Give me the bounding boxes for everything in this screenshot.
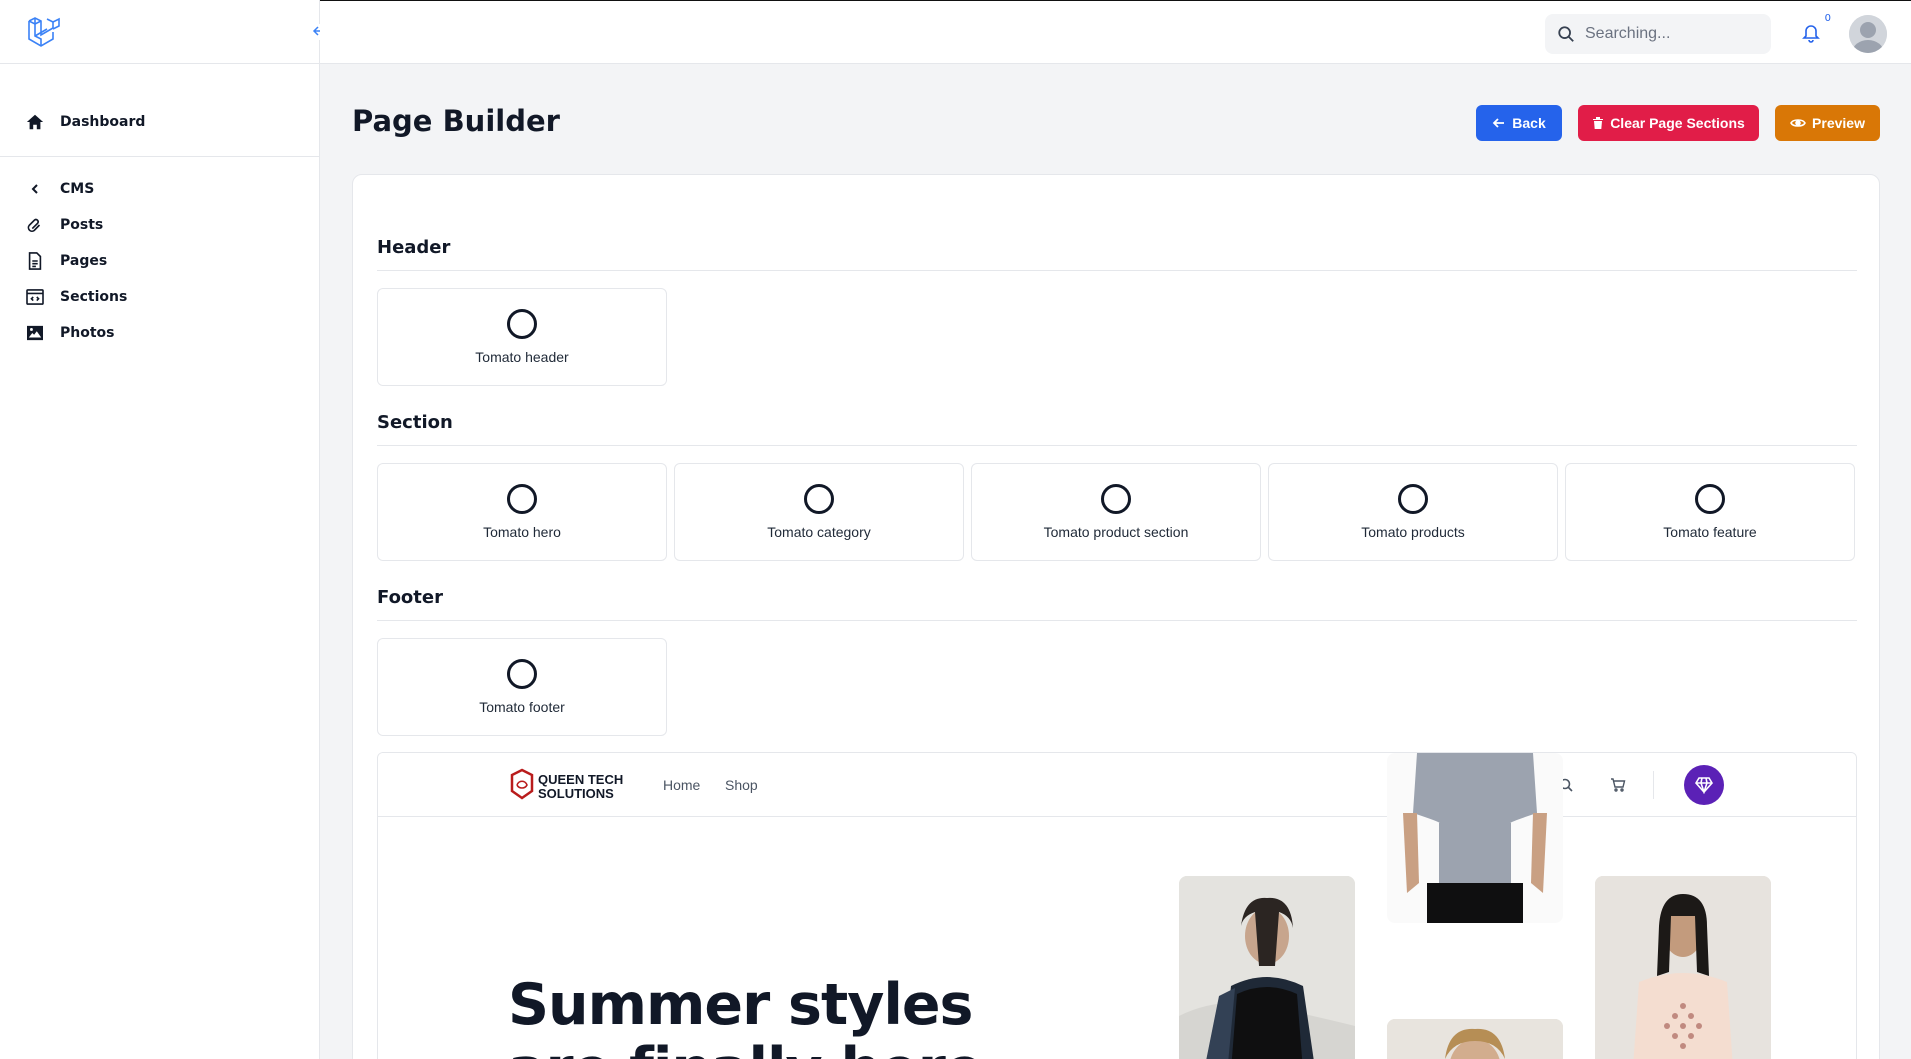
page-title: Page Builder (352, 104, 560, 138)
section-tile-label: Tomato header (475, 349, 569, 365)
chevron-left-icon (24, 178, 46, 200)
radio-circle-icon (1695, 484, 1725, 514)
product-photo (1387, 753, 1563, 923)
divider (377, 620, 1857, 621)
section-tile-label: Tomato products (1361, 524, 1465, 540)
sidebar-item-sections[interactable]: Sections (0, 279, 319, 315)
product-photo (1387, 1019, 1563, 1059)
sidebar-item-label: CMS (60, 181, 95, 197)
section-tile-label: Tomato hero (483, 524, 561, 540)
section-tile-label: Tomato feature (1663, 524, 1757, 540)
sidebar-item-label: Pages (60, 253, 108, 269)
page-preview: QUEEN TECH SOLUTIONS Home Shop Summer st… (377, 752, 1857, 1059)
arrow-left-icon (1492, 118, 1505, 128)
radio-circle-icon (1398, 484, 1428, 514)
sidebar-item-photos[interactable]: Photos (0, 315, 319, 351)
section-tile-label: Tomato category (767, 524, 871, 540)
radio-circle-icon (507, 484, 537, 514)
clear-button-label: Clear Page Sections (1610, 115, 1745, 131)
eye-icon (1790, 119, 1806, 127)
sidebar-item-dashboard[interactable]: Dashboard (0, 104, 319, 140)
trash-icon (1593, 117, 1604, 129)
divider (1653, 771, 1654, 799)
section-tile-label: Tomato footer (479, 699, 565, 715)
home-icon (24, 111, 46, 133)
logo-text-line-2: SOLUTIONS (538, 786, 614, 801)
notification-count-badge: 0 (1824, 13, 1831, 24)
section-tile[interactable]: Tomato products (1268, 463, 1558, 561)
preview-button[interactable]: Preview (1775, 105, 1880, 141)
sidebar-nav: Dashboard CMS Posts Pages Sections Photo… (0, 64, 319, 351)
sidebar-item-label: Photos (60, 325, 115, 341)
radio-circle-icon (804, 484, 834, 514)
cart-icon[interactable] (1610, 777, 1626, 793)
code-window-icon (24, 286, 46, 308)
page-builder-card: Header Tomato header Section Tomato hero… (352, 174, 1880, 1059)
sidebar: Dashboard CMS Posts Pages Sections Photo… (0, 0, 327, 1059)
divider (377, 270, 1857, 271)
topbar: 0 (320, 0, 1911, 64)
product-photo (1179, 876, 1355, 1059)
section-tile[interactable]: Tomato category (674, 463, 964, 561)
search-input[interactable] (1585, 25, 1755, 43)
preview-navbar: QUEEN TECH SOLUTIONS Home Shop (378, 753, 1856, 817)
clear-page-sections-button[interactable]: Clear Page Sections (1578, 105, 1759, 141)
sidebar-item-posts[interactable]: Posts (0, 207, 319, 243)
group-title-header: Header (377, 237, 451, 258)
radio-circle-icon (507, 309, 537, 339)
sidebar-item-pages[interactable]: Pages (0, 243, 319, 279)
queen-tech-logo[interactable]: QUEEN TECH SOLUTIONS (508, 767, 632, 803)
section-tile[interactable]: Tomato product section (971, 463, 1261, 561)
avatar[interactable] (1849, 15, 1887, 53)
gem-badge-icon[interactable] (1684, 765, 1724, 805)
section-tile[interactable]: Tomato header (377, 288, 667, 386)
sidebar-item-label: Sections (60, 289, 128, 305)
back-button-label: Back (1512, 115, 1546, 131)
document-icon (24, 250, 46, 272)
preview-hero-title: Summer styles are finally here (508, 972, 984, 1059)
section-tile-label: Tomato product section (1043, 524, 1189, 540)
logo-text-line-1: QUEEN TECH (538, 772, 623, 787)
sidebar-item-cms[interactable]: CMS (0, 171, 319, 207)
photo-icon (24, 322, 46, 344)
section-tile[interactable]: Tomato footer (377, 638, 667, 736)
sidebar-item-label: Dashboard (60, 114, 146, 130)
bell-icon[interactable] (1801, 23, 1821, 43)
preview-nav-home[interactable]: Home (663, 777, 700, 793)
preview-button-label: Preview (1812, 115, 1865, 131)
paperclip-icon (24, 214, 46, 236)
sidebar-item-label: Posts (60, 217, 104, 233)
section-tile[interactable]: Tomato hero (377, 463, 667, 561)
group-title-footer: Footer (377, 587, 443, 608)
laravel-logo-icon[interactable] (26, 15, 60, 49)
preview-nav-shop[interactable]: Shop (725, 777, 758, 793)
section-tile[interactable]: Tomato feature (1565, 463, 1855, 561)
divider (377, 445, 1857, 446)
group-title-section: Section (377, 412, 453, 433)
sidebar-header (0, 0, 327, 64)
sidebar-divider (0, 156, 319, 157)
global-search[interactable] (1545, 14, 1771, 54)
back-button[interactable]: Back (1476, 105, 1562, 141)
radio-circle-icon (1101, 484, 1131, 514)
product-photo (1595, 876, 1771, 1059)
radio-circle-icon (507, 659, 537, 689)
search-icon (1558, 26, 1574, 42)
